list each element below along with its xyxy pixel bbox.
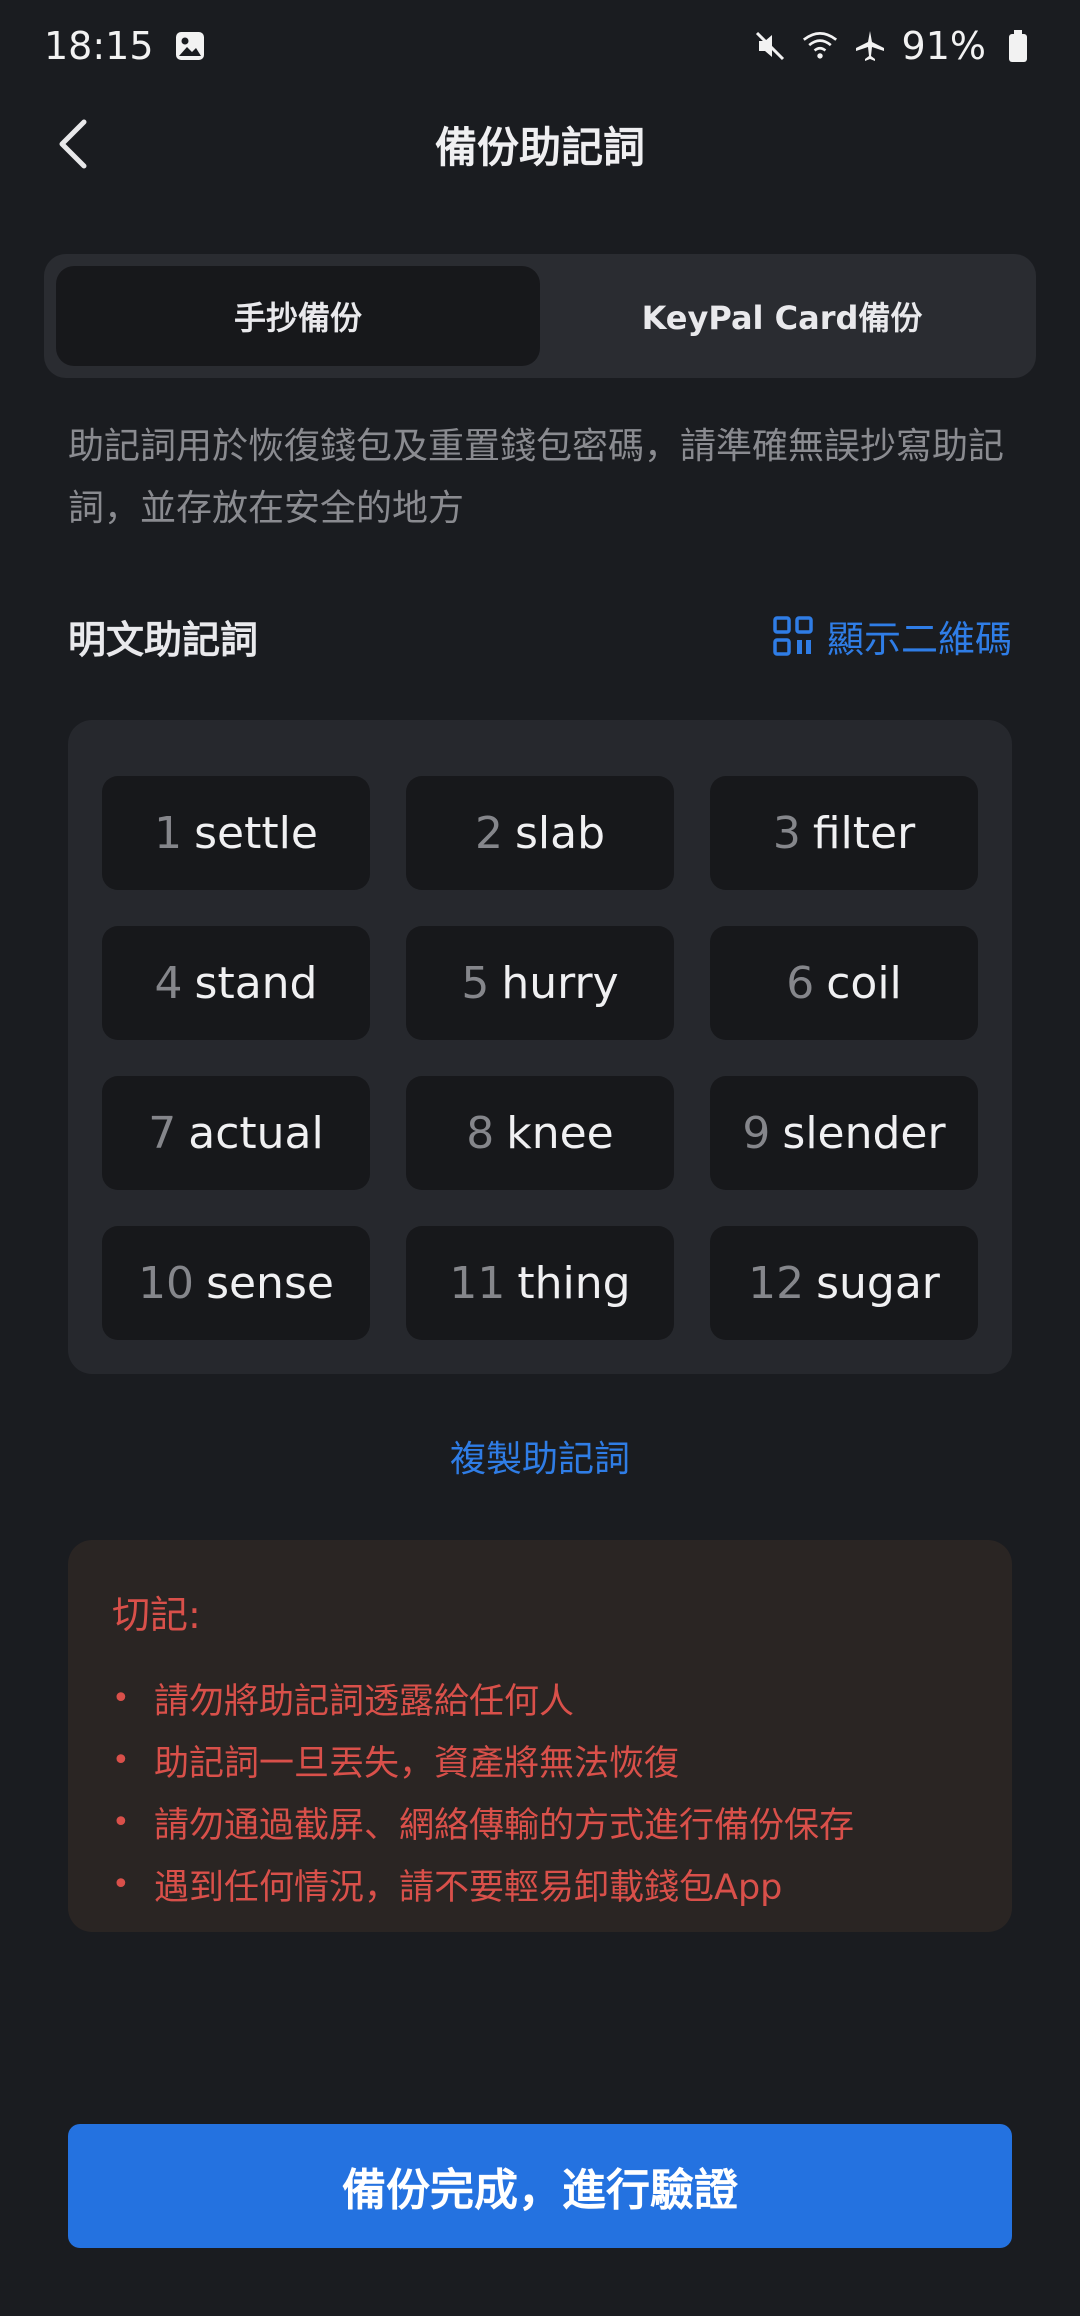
warning-item: • 請勿通過截屏、網絡傳輸的方式進行備份保存 bbox=[112, 1804, 855, 1846]
mute-icon bbox=[752, 28, 788, 64]
mnemonic-word: 9 slender bbox=[710, 1076, 978, 1190]
warning-box: 切記: • 請勿將助記詞透露給任何人 • 助記詞一旦丟失，資產將無法恢復 • 請勿通過… bbox=[68, 1540, 1012, 1932]
warning-item: • 遇到任何情況，請不要輕易卸載錢包App bbox=[112, 1866, 783, 1908]
bullet-icon: • bbox=[112, 1742, 130, 1778]
battery-icon bbox=[1000, 28, 1036, 64]
status-right: 91% bbox=[752, 24, 1036, 68]
bullet-icon: • bbox=[112, 1866, 130, 1902]
show-qr-code-label: 顯示二維碼 bbox=[827, 618, 1012, 661]
warning-item: • 助記詞一旦丟失，資產將無法恢復 bbox=[112, 1742, 680, 1784]
mnemonic-word: 3 filter bbox=[710, 776, 978, 890]
mnemonic-word: 11 thing bbox=[406, 1226, 674, 1340]
mnemonic-word: 12 sugar bbox=[710, 1226, 978, 1340]
airplane-icon bbox=[852, 28, 888, 64]
bullet-icon: • bbox=[112, 1804, 130, 1840]
tab-manual-backup[interactable]: 手抄備份 bbox=[56, 266, 540, 366]
mnemonic-section-header: 明文助記詞 顯示二維碼 bbox=[68, 606, 1012, 666]
backup-description: 助記詞用於恢復錢包及重置錢包密碼，請準確無誤抄寫助記詞，並存放在安全的地方 bbox=[68, 426, 1005, 529]
warning-title: 切記: bbox=[112, 1593, 201, 1637]
section-title: 明文助記詞 bbox=[68, 617, 259, 662]
qr-code-icon bbox=[773, 616, 813, 656]
mnemonic-word: 8 knee bbox=[406, 1076, 674, 1190]
mnemonic-word: 1 settle bbox=[102, 776, 370, 890]
copy-mnemonic-link[interactable]: 複製助記詞 bbox=[0, 1430, 1080, 1482]
warning-item: • 請勿將助記詞透露給任何人 bbox=[112, 1680, 575, 1722]
battery-percent: 91% bbox=[901, 24, 986, 68]
page-title: 備份助記詞 bbox=[434, 122, 645, 172]
backup-method-tabs: 手抄備份 KeyPal Card備份 bbox=[44, 254, 1036, 378]
status-time: 18:15 bbox=[44, 24, 154, 68]
wifi-icon bbox=[802, 28, 838, 64]
mnemonic-words-panel: 1 settle 2 slab 3 filter 4 stand 5 hurry 6 coi… bbox=[68, 720, 1012, 1374]
show-qr-code-link[interactable]: 顯示二維碼 bbox=[773, 609, 1012, 663]
status-bar: 18:15 91% bbox=[0, 0, 1080, 92]
mnemonic-word: 7 actual bbox=[102, 1076, 370, 1190]
app-header: 備份助記詞 bbox=[0, 92, 1080, 196]
mnemonic-word: 5 hurry bbox=[406, 926, 674, 1040]
mnemonic-word: 4 stand bbox=[102, 926, 370, 1040]
backup-done-verify-button[interactable]: 備份完成，進行驗證 bbox=[68, 2124, 1012, 2248]
mnemonic-word: 2 slab bbox=[406, 776, 674, 890]
tab-keypal-card-backup[interactable]: KeyPal Card備份 bbox=[540, 266, 1024, 366]
bullet-icon: • bbox=[112, 1680, 130, 1716]
mnemonic-word: 10 sense bbox=[102, 1226, 370, 1340]
back-button[interactable] bbox=[44, 114, 104, 174]
gallery-icon bbox=[172, 28, 208, 64]
status-left: 18:15 bbox=[44, 24, 208, 68]
mnemonic-word: 6 coil bbox=[710, 926, 978, 1040]
chevron-left-icon bbox=[59, 119, 87, 169]
